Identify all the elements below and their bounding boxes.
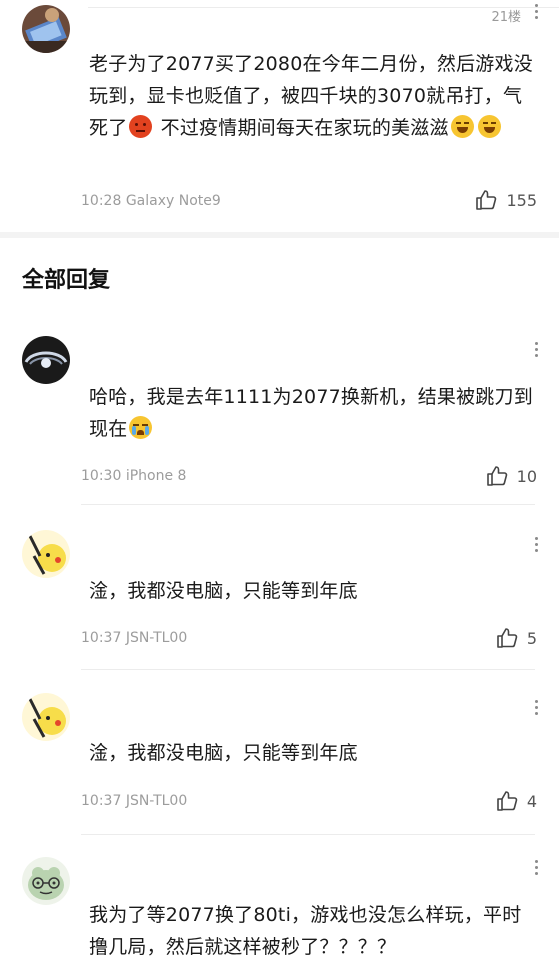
more-vertical-icon[interactable] bbox=[533, 537, 539, 552]
post-text: 老子为了2077买了2080在今年二月份，然后游戏没玩到，显卡也贬值了，被四千块… bbox=[89, 48, 533, 144]
thumbs-up-icon bbox=[497, 791, 518, 811]
avatar[interactable] bbox=[22, 5, 70, 53]
thumbs-up-icon bbox=[497, 628, 518, 648]
post-time: 10:28 bbox=[81, 193, 122, 209]
reply-text-content: 淦，我都没电脑，只能等到年底 bbox=[89, 580, 358, 602]
reply-item: 淦，我都没电脑，只能等到年底 10:37 JSN-TL00 5 bbox=[0, 505, 559, 670]
reply-meta: 10:30 iPhone 8 bbox=[81, 468, 186, 484]
avatar[interactable] bbox=[22, 530, 70, 578]
like-button[interactable]: 4 bbox=[496, 789, 537, 813]
reply-text-content: 哈哈，我是去年1111为2077换新机，结果被跳刀到现在 bbox=[89, 386, 533, 440]
more-vertical-icon[interactable] bbox=[533, 4, 539, 19]
like-count: 4 bbox=[526, 791, 537, 811]
main-post: 21楼 老子为了2077买了2080在今年二月份，然后游戏没玩到，显卡也贬值了，… bbox=[0, 0, 559, 232]
laughing-face-emoji bbox=[477, 115, 501, 138]
reply-device: JSN-TL00 bbox=[125, 630, 188, 646]
reply-device: iPhone 8 bbox=[125, 468, 187, 484]
avatar[interactable] bbox=[22, 693, 70, 741]
laughing-face-emoji bbox=[450, 115, 474, 138]
thumbs-up-icon bbox=[486, 466, 507, 486]
post-text-part-b: 不过疫情期间每天在家玩的美滋滋 bbox=[154, 117, 449, 139]
reply-item: 哈哈，我是去年1111为2077换新机，结果被跳刀到现在 10:30 iPhon… bbox=[0, 330, 559, 505]
reply-text: 淦，我都没电脑，只能等到年底 bbox=[89, 575, 533, 607]
post-device: Galaxy Note9 bbox=[125, 193, 221, 209]
reply-text-content: 淦，我都没电脑，只能等到年底 bbox=[89, 742, 358, 764]
reply-time: 10:37 bbox=[81, 630, 122, 646]
reply-time: 10:30 bbox=[81, 468, 122, 484]
like-button[interactable]: 155 bbox=[475, 188, 537, 212]
reply-meta: 10:37 JSN-TL00 bbox=[81, 793, 187, 809]
floor-label: 21楼 bbox=[491, 10, 521, 25]
post-meta: 10:28 Galaxy Note9 bbox=[81, 193, 221, 209]
reply-time: 10:37 bbox=[81, 793, 122, 809]
section-title: 全部回复 bbox=[22, 268, 111, 293]
like-count: 10 bbox=[516, 466, 537, 486]
reply-item: 淦，我都没电脑，只能等到年底 10:37 JSN-TL00 4 bbox=[0, 670, 559, 835]
section-divider bbox=[0, 232, 559, 238]
more-vertical-icon[interactable] bbox=[533, 700, 539, 715]
like-button[interactable]: 5 bbox=[496, 626, 537, 650]
like-count: 155 bbox=[506, 190, 537, 210]
like-button[interactable]: 10 bbox=[486, 464, 537, 488]
reply-text: 哈哈，我是去年1111为2077换新机，结果被跳刀到现在 bbox=[89, 381, 533, 445]
avatar[interactable] bbox=[22, 857, 70, 905]
like-count: 5 bbox=[526, 628, 537, 648]
reply-text: 淦，我都没电脑，只能等到年底 bbox=[89, 737, 533, 769]
reply-item: 我为了等2077换了80ti，游戏也没怎么样玩，平时撸几局，然后就这样被秒了？？… bbox=[0, 835, 559, 974]
reply-meta: 10:37 JSN-TL00 bbox=[81, 630, 187, 646]
more-vertical-icon[interactable] bbox=[533, 342, 539, 357]
more-vertical-icon[interactable] bbox=[533, 860, 539, 875]
angry-face-emoji bbox=[129, 115, 153, 138]
reply-text-content: 我为了等2077换了80ti，游戏也没怎么样玩，平时撸几局，然后就这样被秒了？？… bbox=[89, 904, 522, 958]
reply-device: JSN-TL00 bbox=[125, 793, 188, 809]
crying-face-emoji bbox=[129, 416, 153, 439]
reply-text: 我为了等2077换了80ti，游戏也没怎么样玩，平时撸几局，然后就这样被秒了？？… bbox=[89, 899, 533, 963]
top-divider bbox=[88, 7, 559, 8]
avatar[interactable] bbox=[22, 336, 70, 384]
thumbs-up-icon bbox=[476, 190, 497, 210]
